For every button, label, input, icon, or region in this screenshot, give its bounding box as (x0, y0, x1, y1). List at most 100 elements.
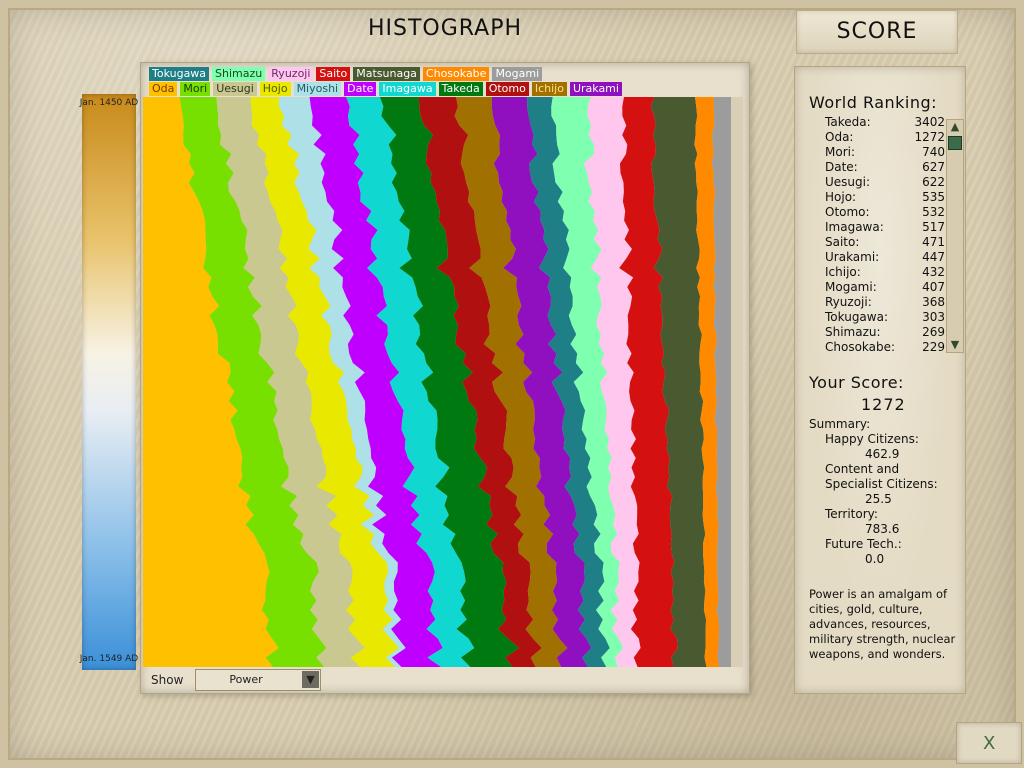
summary: Summary: Happy Citizens: 462.9 Content a… (809, 417, 959, 567)
ranking-civ-score: 627 (922, 160, 945, 174)
future-tech-value: 0.0 (865, 552, 885, 566)
ranking-row: Saito: 471 (825, 235, 945, 250)
ranking-civ-name: Uesugi: (825, 175, 871, 189)
ranking-civ-name: Takeda: (825, 115, 871, 129)
ranking-row: Shimazu: 269 (825, 325, 945, 340)
ranking-civ-name: Saito: (825, 235, 860, 249)
legend-item-saito: Saito (316, 67, 351, 81)
chevron-down-icon[interactable]: ▼ (302, 671, 319, 688)
ranking-scrollbar[interactable]: ▲ ▼ (946, 119, 964, 353)
page-title: HISTOGRAPH (367, 16, 523, 41)
ranking-civ-name: Hojo: (825, 190, 857, 204)
legend-item-mogami: Mogami (492, 67, 543, 81)
happy-citizens-value: 462.9 (865, 447, 900, 461)
ranking-civ-score: 3402 (914, 115, 945, 129)
legend-item-uesugi: Uesugi (213, 82, 257, 96)
legend-item-chosokabe: Chosokabe (422, 67, 490, 81)
world-ranking-title: World Ranking: (809, 93, 938, 112)
ranking-row: Mori: 740 (825, 145, 945, 160)
show-dropdown[interactable]: Power ▼ (195, 669, 321, 691)
ranking-civ-score: 368 (922, 295, 945, 309)
ranking-row: Oda: 1272 (825, 130, 945, 145)
histograph-svg (143, 97, 731, 667)
legend-item-ryuzoji: Ryuzoji (268, 67, 314, 81)
ranking-civ-name: Chosokabe: (825, 340, 896, 354)
histograph-panel: Tokugawa Shimazu Ryuzoji Saito Matsunaga Chos… (140, 62, 750, 694)
ranking-civ-name: Urakami: (825, 250, 880, 264)
histograph-plot (143, 97, 743, 667)
scroll-down-icon[interactable]: ▼ (948, 338, 962, 352)
summary-title: Summary: (809, 417, 871, 431)
show-label: Show (151, 673, 184, 687)
legend-item-oda: Oda (149, 82, 178, 96)
legend-item-matsunaga: Matsunaga (353, 67, 420, 81)
ranking-civ-score: 532 (922, 205, 945, 219)
ranking-civ-name: Imagawa: (825, 220, 884, 234)
ranking-row: Mogami: 407 (825, 280, 945, 295)
content-label-line1: Content and (825, 462, 900, 476)
show-dropdown-value: Power (229, 673, 263, 686)
ranking-civ-score: 229 (922, 340, 945, 354)
world-ranking-list: Takeda: 3402 Oda: 1272 Mori: 740 Date: 627 Uesug… (825, 115, 945, 355)
territory-label: Territory: (825, 507, 878, 521)
ranking-row: Date: 627 (825, 160, 945, 175)
ranking-civ-name: Ryuzoji: (825, 295, 872, 309)
ranking-row: Uesugi: 622 (825, 175, 945, 190)
happy-citizens-label: Happy Citizens: (825, 432, 919, 446)
content-value: 25.5 (865, 492, 892, 506)
ranking-row: Ichijo: 432 (825, 265, 945, 280)
power-description: Power is an amalgam of cities, gold, cul… (809, 587, 956, 661)
ranking-civ-score: 740 (922, 145, 945, 159)
ranking-row: Ryuzoji: 368 (825, 295, 945, 310)
scroll-up-icon[interactable]: ▲ (948, 120, 962, 134)
legend-item-shimazu: Shimazu (212, 67, 266, 81)
future-tech-label: Future Tech.: (825, 537, 902, 551)
ranking-row: Chosokabe: 229 (825, 340, 945, 355)
score-tab[interactable]: SCORE (796, 10, 958, 54)
ranking-civ-name: Mogami: (825, 280, 877, 294)
ranking-civ-score: 471 (922, 235, 945, 249)
ranking-civ-score: 1272 (914, 130, 945, 144)
ranking-civ-name: Date: (825, 160, 858, 174)
ranking-civ-score: 407 (922, 280, 945, 294)
legend-item-otomo: Otomo (485, 82, 529, 96)
ranking-row: Urakami: 447 (825, 250, 945, 265)
ranking-row: Tokugawa: 303 (825, 310, 945, 325)
ranking-civ-name: Tokugawa: (825, 310, 888, 324)
legend-item-tokugawa: Tokugawa (149, 67, 210, 81)
legend-item-date: Date (344, 82, 377, 96)
ranking-civ-name: Shimazu: (825, 325, 881, 339)
legend-row: Tokugawa Shimazu Ryuzoji Saito Matsunaga Chos… (149, 67, 739, 81)
legend-item-takeda: Takeda (438, 82, 483, 96)
ranking-civ-score: 303 (922, 310, 945, 324)
ranking-civ-name: Ichijo: (825, 265, 861, 279)
scroll-thumb[interactable] (948, 136, 962, 150)
ranking-row: Imagawa: 517 (825, 220, 945, 235)
close-button[interactable]: X (956, 722, 1022, 764)
ranking-row: Hojo: 535 (825, 190, 945, 205)
legend-item-imagawa: Imagawa (379, 82, 436, 96)
legend-item-urakami: Urakami (569, 82, 622, 96)
ranking-civ-score: 622 (922, 175, 945, 189)
ranking-civ-name: Mori: (825, 145, 856, 159)
ranking-civ-name: Otomo: (825, 205, 870, 219)
your-score-title: Your Score: (809, 373, 904, 392)
legend-item-hojo: Hojo (259, 82, 291, 96)
ranking-civ-score: 517 (922, 220, 945, 234)
ranking-civ-score: 535 (922, 190, 945, 204)
score-panel: World Ranking: Takeda: 3402 Oda: 1272 Mori: 7… (794, 66, 966, 694)
ranking-row: Takeda: 3402 (825, 115, 945, 130)
territory-value: 783.6 (865, 522, 900, 536)
ranking-civ-score: 447 (922, 250, 945, 264)
legend-row: Oda Mori Uesugi Hojo Miyoshi Date Imagawa Taked… (149, 82, 739, 96)
legend: Tokugawa Shimazu Ryuzoji Saito Matsunaga Chos… (149, 67, 739, 97)
legend-item-miyoshi: Miyoshi (293, 82, 342, 96)
close-icon: X (983, 733, 996, 754)
content-label-line2: Specialist Citizens: (825, 477, 938, 491)
legend-item-ichijo: Ichijo (531, 82, 567, 96)
ranking-civ-score: 432 (922, 265, 945, 279)
ranking-civ-score: 269 (922, 325, 945, 339)
your-score-value: 1272 (861, 395, 906, 414)
ranking-row: Otomo: 532 (825, 205, 945, 220)
timeline-bar: Jan. 1450 AD Jan. 1549 AD (80, 94, 138, 670)
